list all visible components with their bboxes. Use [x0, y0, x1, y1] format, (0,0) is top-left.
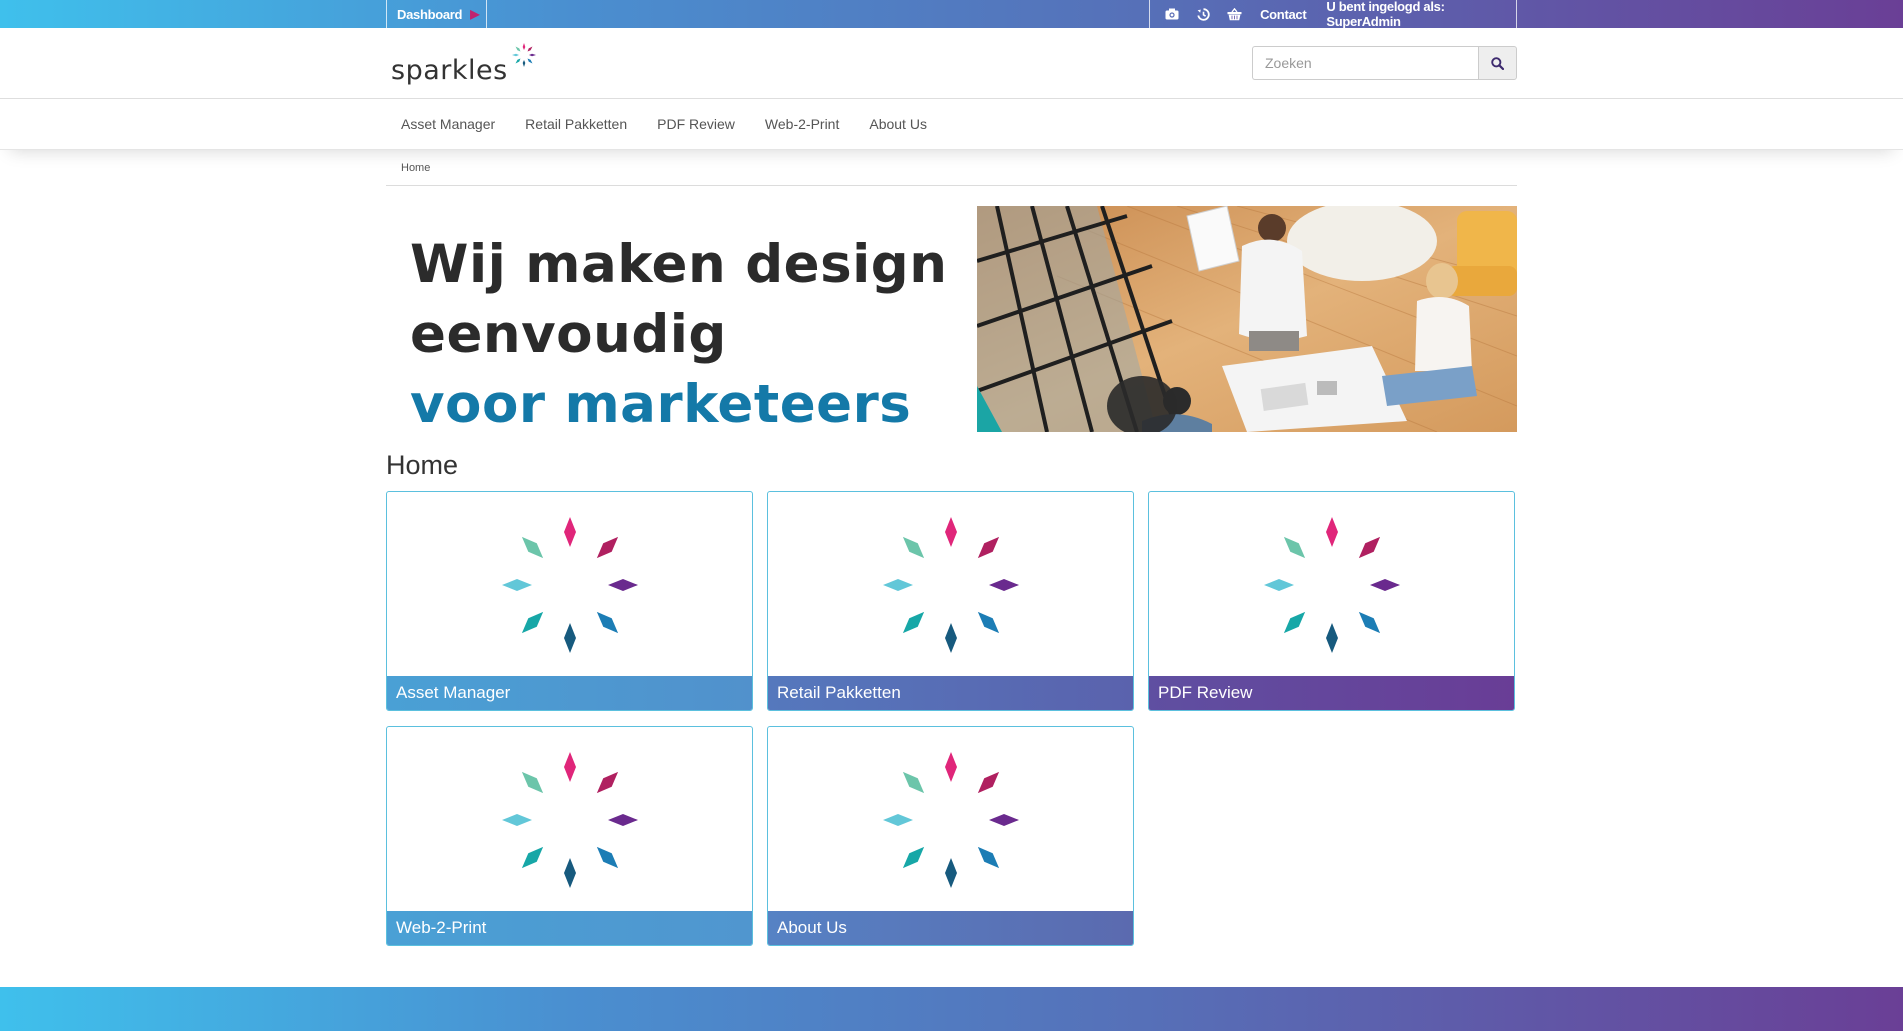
banner-office-photo — [977, 206, 1517, 432]
camera-icon[interactable] — [1162, 7, 1181, 21]
header: sparkles — [0, 28, 1903, 99]
sparkle-icon — [501, 516, 638, 653]
nav-item-about-us[interactable]: About Us — [854, 99, 942, 149]
search-button[interactable] — [1478, 46, 1517, 80]
sparkle-icon — [1263, 516, 1400, 653]
search-input[interactable] — [1252, 46, 1478, 80]
tile-art — [387, 492, 752, 677]
chevron-right-icon: ▶ — [470, 7, 480, 21]
logo-text: sparkles — [391, 55, 508, 86]
search-icon — [1491, 56, 1504, 70]
tile-art — [768, 492, 1133, 677]
banner-line-1: Wij maken design — [410, 234, 948, 295]
contact-link[interactable]: Contact — [1260, 7, 1307, 22]
dashboard-button[interactable]: Dashboard ▶ — [386, 0, 487, 28]
tile-label: Web-2-Print — [387, 911, 752, 945]
sparkle-icon — [501, 751, 638, 888]
main-nav: Asset Manager Retail Pakketten PDF Revie… — [0, 99, 1903, 150]
tile-art — [768, 727, 1133, 912]
footer-bar — [0, 987, 1903, 1031]
nav-item-web-2-print[interactable]: Web-2-Print — [750, 99, 854, 149]
page-title: Home — [386, 450, 459, 480]
nav-item-pdf-review[interactable]: PDF Review — [642, 99, 750, 149]
sparkles-logo[interactable]: sparkles — [391, 43, 536, 86]
tile-about-us[interactable]: About Us — [767, 726, 1134, 946]
tile-art — [1149, 492, 1514, 677]
banner-line-2: eenvoudig — [410, 304, 727, 365]
tile-retail-pakketten[interactable]: Retail Pakketten — [767, 491, 1134, 711]
tile-label: PDF Review — [1149, 676, 1514, 710]
banner-headline: Wij maken design eenvoudig voor marketee… — [410, 230, 947, 440]
search-box — [1252, 46, 1517, 80]
sparkle-icon — [882, 516, 1019, 653]
top-right-menu: Contact U bent ingelogd als: SuperAdmin — [1149, 0, 1517, 29]
history-icon[interactable] — [1193, 7, 1212, 21]
tile-label: Retail Pakketten — [768, 676, 1133, 710]
nav-item-retail-pakketten[interactable]: Retail Pakketten — [510, 99, 642, 149]
tile-web-2-print[interactable]: Web-2-Print — [386, 726, 753, 946]
dashboard-label: Dashboard — [397, 6, 463, 22]
sparkle-logo-icon — [512, 43, 536, 67]
tile-asset-manager[interactable]: Asset Manager — [386, 491, 753, 711]
basket-icon[interactable] — [1225, 7, 1244, 21]
breadcrumb: Home — [386, 150, 1517, 186]
tile-label: About Us — [768, 911, 1133, 945]
sparkle-icon — [882, 751, 1019, 888]
tile-label: Asset Manager — [387, 676, 752, 710]
breadcrumb-home[interactable]: Home — [401, 162, 430, 174]
banner-line-3: voor marketeers — [410, 374, 912, 435]
logged-in-user[interactable]: U bent ingelogd als: SuperAdmin — [1326, 0, 1516, 29]
top-bar: Dashboard ▶ Contact U bent ingelogd als:… — [0, 0, 1903, 29]
tile-pdf-review[interactable]: PDF Review — [1148, 491, 1515, 711]
tile-art — [387, 727, 752, 912]
nav-item-asset-manager[interactable]: Asset Manager — [386, 99, 510, 149]
